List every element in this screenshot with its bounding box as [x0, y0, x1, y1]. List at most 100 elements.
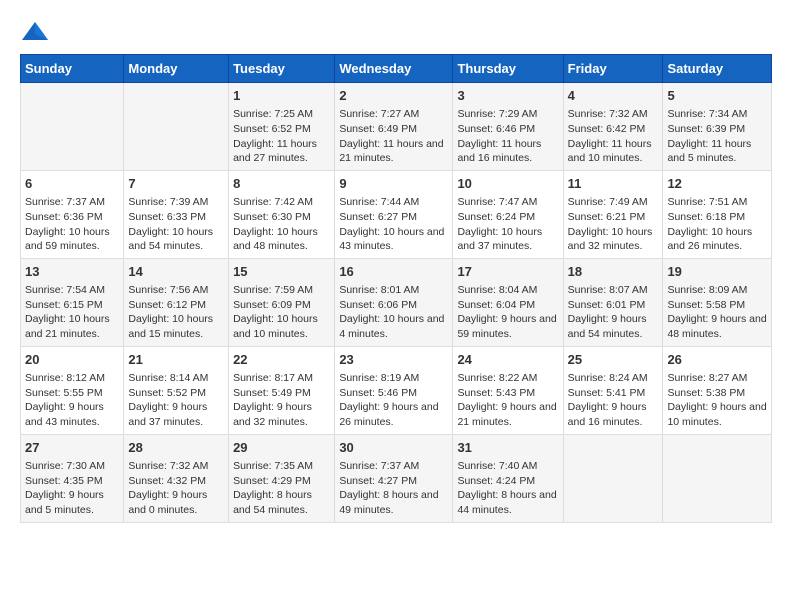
day-info: Sunrise: 7:51 AM Sunset: 6:18 PM Dayligh…	[667, 195, 767, 254]
day-number: 9	[339, 175, 448, 193]
day-info: Sunrise: 7:59 AM Sunset: 6:09 PM Dayligh…	[233, 283, 330, 342]
day-number: 4	[568, 87, 659, 105]
day-number: 28	[128, 439, 224, 457]
day-info: Sunrise: 7:37 AM Sunset: 6:36 PM Dayligh…	[25, 195, 119, 254]
day-info: Sunrise: 8:19 AM Sunset: 5:46 PM Dayligh…	[339, 371, 448, 430]
day-info: Sunrise: 7:49 AM Sunset: 6:21 PM Dayligh…	[568, 195, 659, 254]
day-number: 26	[667, 351, 767, 369]
day-number: 22	[233, 351, 330, 369]
day-info: Sunrise: 7:54 AM Sunset: 6:15 PM Dayligh…	[25, 283, 119, 342]
day-number: 1	[233, 87, 330, 105]
day-info: Sunrise: 7:44 AM Sunset: 6:27 PM Dayligh…	[339, 195, 448, 254]
week-row-1: 1 Sunrise: 7:25 AM Sunset: 6:52 PM Daylig…	[21, 83, 772, 171]
day-number: 24	[457, 351, 558, 369]
day-number: 17	[457, 263, 558, 281]
week-row-5: 27 Sunrise: 7:30 AM Sunset: 4:35 PM Dayli…	[21, 434, 772, 522]
calendar-cell: 7 Sunrise: 7:39 AM Sunset: 6:33 PM Daylig…	[124, 170, 229, 258]
week-row-3: 13 Sunrise: 7:54 AM Sunset: 6:15 PM Dayli…	[21, 258, 772, 346]
logo-icon	[20, 20, 50, 44]
calendar-cell: 13 Sunrise: 7:54 AM Sunset: 6:15 PM Dayli…	[21, 258, 124, 346]
day-number: 14	[128, 263, 224, 281]
calendar-cell: 19 Sunrise: 8:09 AM Sunset: 5:58 PM Dayli…	[663, 258, 772, 346]
day-info: Sunrise: 7:32 AM Sunset: 4:32 PM Dayligh…	[128, 459, 224, 518]
calendar-cell: 17 Sunrise: 8:04 AM Sunset: 6:04 PM Dayli…	[453, 258, 563, 346]
calendar-cell: 11 Sunrise: 7:49 AM Sunset: 6:21 PM Dayli…	[563, 170, 663, 258]
day-info: Sunrise: 7:35 AM Sunset: 4:29 PM Dayligh…	[233, 459, 330, 518]
calendar-cell: 30Sunrise: 7:37 AM Sunset: 4:27 PM Dayli…	[335, 434, 453, 522]
day-number: 6	[25, 175, 119, 193]
day-info: Sunrise: 8:27 AM Sunset: 5:38 PM Dayligh…	[667, 371, 767, 430]
calendar-cell: 2 Sunrise: 7:27 AM Sunset: 6:49 PM Daylig…	[335, 83, 453, 171]
calendar-cell: 10 Sunrise: 7:47 AM Sunset: 6:24 PM Dayli…	[453, 170, 563, 258]
day-info: Sunrise: 7:34 AM Sunset: 6:39 PM Dayligh…	[667, 107, 767, 166]
column-header-tuesday: Tuesday	[229, 55, 335, 83]
day-number: 12	[667, 175, 767, 193]
day-number: 11	[568, 175, 659, 193]
day-number: 21	[128, 351, 224, 369]
calendar-cell: 4 Sunrise: 7:32 AM Sunset: 6:42 PM Daylig…	[563, 83, 663, 171]
header	[20, 20, 772, 44]
calendar-cell: 3 Sunrise: 7:29 AM Sunset: 6:46 PM Daylig…	[453, 83, 563, 171]
day-info: Sunrise: 7:29 AM Sunset: 6:46 PM Dayligh…	[457, 107, 558, 166]
day-info: Sunrise: 7:40 AM Sunset: 4:24 PM Dayligh…	[457, 459, 558, 518]
calendar-cell: 16 Sunrise: 8:01 AM Sunset: 6:06 PM Dayli…	[335, 258, 453, 346]
day-info: Sunrise: 7:56 AM Sunset: 6:12 PM Dayligh…	[128, 283, 224, 342]
day-number: 3	[457, 87, 558, 105]
calendar-cell: 15Sunrise: 7:59 AM Sunset: 6:09 PM Dayli…	[229, 258, 335, 346]
calendar-cell: 6 Sunrise: 7:37 AM Sunset: 6:36 PM Daylig…	[21, 170, 124, 258]
day-number: 20	[25, 351, 119, 369]
calendar-cell: 22 Sunrise: 8:17 AM Sunset: 5:49 PM Dayli…	[229, 346, 335, 434]
calendar-cell	[21, 83, 124, 171]
day-info: Sunrise: 7:39 AM Sunset: 6:33 PM Dayligh…	[128, 195, 224, 254]
calendar-cell: 5 Sunrise: 7:34 AM Sunset: 6:39 PM Daylig…	[663, 83, 772, 171]
day-number: 7	[128, 175, 224, 193]
day-number: 13	[25, 263, 119, 281]
day-number: 8	[233, 175, 330, 193]
day-info: Sunrise: 8:09 AM Sunset: 5:58 PM Dayligh…	[667, 283, 767, 342]
day-info: Sunrise: 8:17 AM Sunset: 5:49 PM Dayligh…	[233, 371, 330, 430]
calendar-cell: 23 Sunrise: 8:19 AM Sunset: 5:46 PM Dayli…	[335, 346, 453, 434]
calendar-cell: 25 Sunrise: 8:24 AM Sunset: 5:41 PM Dayli…	[563, 346, 663, 434]
week-row-4: 20Sunrise: 8:12 AM Sunset: 5:55 PM Dayli…	[21, 346, 772, 434]
day-info: Sunrise: 8:22 AM Sunset: 5:43 PM Dayligh…	[457, 371, 558, 430]
day-number: 2	[339, 87, 448, 105]
calendar-table: SundayMondayTuesdayWednesdayThursdayFrid…	[20, 54, 772, 523]
day-info: Sunrise: 7:42 AM Sunset: 6:30 PM Dayligh…	[233, 195, 330, 254]
day-number: 25	[568, 351, 659, 369]
column-header-saturday: Saturday	[663, 55, 772, 83]
week-row-2: 6 Sunrise: 7:37 AM Sunset: 6:36 PM Daylig…	[21, 170, 772, 258]
day-info: Sunrise: 8:24 AM Sunset: 5:41 PM Dayligh…	[568, 371, 659, 430]
day-number: 18	[568, 263, 659, 281]
day-number: 27	[25, 439, 119, 457]
column-header-monday: Monday	[124, 55, 229, 83]
day-number: 19	[667, 263, 767, 281]
calendar-cell: 14 Sunrise: 7:56 AM Sunset: 6:12 PM Dayli…	[124, 258, 229, 346]
day-info: Sunrise: 7:32 AM Sunset: 6:42 PM Dayligh…	[568, 107, 659, 166]
calendar-cell: 28 Sunrise: 7:32 AM Sunset: 4:32 PM Dayli…	[124, 434, 229, 522]
column-header-thursday: Thursday	[453, 55, 563, 83]
calendar-cell: 31Sunrise: 7:40 AM Sunset: 4:24 PM Dayli…	[453, 434, 563, 522]
calendar-cell: 8 Sunrise: 7:42 AM Sunset: 6:30 PM Daylig…	[229, 170, 335, 258]
calendar-cell	[663, 434, 772, 522]
column-header-friday: Friday	[563, 55, 663, 83]
calendar-cell: 9 Sunrise: 7:44 AM Sunset: 6:27 PM Daylig…	[335, 170, 453, 258]
day-number: 29	[233, 439, 330, 457]
day-number: 16	[339, 263, 448, 281]
day-number: 5	[667, 87, 767, 105]
column-header-sunday: Sunday	[21, 55, 124, 83]
calendar-cell: 20Sunrise: 8:12 AM Sunset: 5:55 PM Dayli…	[21, 346, 124, 434]
day-info: Sunrise: 8:04 AM Sunset: 6:04 PM Dayligh…	[457, 283, 558, 342]
day-info: Sunrise: 7:25 AM Sunset: 6:52 PM Dayligh…	[233, 107, 330, 166]
calendar-cell: 1 Sunrise: 7:25 AM Sunset: 6:52 PM Daylig…	[229, 83, 335, 171]
day-number: 23	[339, 351, 448, 369]
day-number: 30	[339, 439, 448, 457]
day-number: 10	[457, 175, 558, 193]
day-info: Sunrise: 8:14 AM Sunset: 5:52 PM Dayligh…	[128, 371, 224, 430]
calendar-cell: 24 Sunrise: 8:22 AM Sunset: 5:43 PM Dayli…	[453, 346, 563, 434]
day-info: Sunrise: 7:47 AM Sunset: 6:24 PM Dayligh…	[457, 195, 558, 254]
day-info: Sunrise: 7:27 AM Sunset: 6:49 PM Dayligh…	[339, 107, 448, 166]
day-info: Sunrise: 8:01 AM Sunset: 6:06 PM Dayligh…	[339, 283, 448, 342]
day-info: Sunrise: 7:30 AM Sunset: 4:35 PM Dayligh…	[25, 459, 119, 518]
calendar-cell: 27 Sunrise: 7:30 AM Sunset: 4:35 PM Dayli…	[21, 434, 124, 522]
calendar-cell: 26 Sunrise: 8:27 AM Sunset: 5:38 PM Dayli…	[663, 346, 772, 434]
